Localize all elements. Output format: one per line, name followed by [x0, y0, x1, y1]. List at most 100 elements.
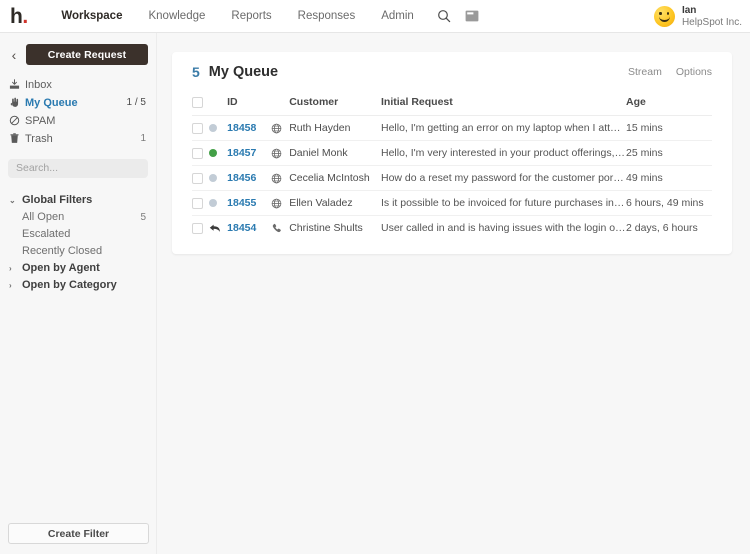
- trash-icon: [9, 133, 25, 144]
- table-row[interactable]: 18458 Ruth Hayden Hello, I'm getting an …: [192, 115, 712, 141]
- filter-group-open-by-category-label: Open by Category: [22, 279, 117, 291]
- initial-request-text: Is it possible to be invoiced for future…: [381, 197, 626, 209]
- table-row[interactable]: 18457 Daniel Monk Hello, I'm very intere…: [192, 140, 712, 166]
- create-filter-wrap: Create Filter: [0, 523, 157, 544]
- table-row[interactable]: 18456 Cecelia McIntosh How do a reset my…: [192, 165, 712, 191]
- user-organization: HelpSpot Inc.: [681, 16, 742, 28]
- logo-text: h: [10, 4, 23, 28]
- filter-item-all-open-count: 5: [140, 211, 146, 223]
- nav-link-knowledge[interactable]: Knowledge: [135, 10, 218, 22]
- request-id-link[interactable]: 18456: [227, 172, 256, 184]
- row-request-cell: User called in and is having issues with…: [381, 216, 626, 241]
- request-id-link[interactable]: 18455: [227, 197, 256, 209]
- create-request-button[interactable]: Create Request: [26, 44, 148, 65]
- top-navigation-bar: h. Workspace Knowledge Reports Responses…: [0, 0, 750, 33]
- column-header-age[interactable]: Age: [626, 92, 712, 116]
- row-checkbox[interactable]: [192, 222, 203, 234]
- column-header-id[interactable]: ID: [227, 92, 271, 116]
- status-header: [209, 92, 228, 116]
- row-customer-cell: Cecelia McIntosh: [289, 165, 381, 191]
- age-text: 25 mins: [626, 147, 663, 159]
- user-text-block: Ian HelpSpot Inc.: [682, 5, 742, 28]
- column-header-request[interactable]: Initial Request: [381, 92, 626, 116]
- row-select-cell: [192, 140, 210, 166]
- channel-header: [270, 92, 290, 116]
- create-filter-button[interactable]: Create Filter: [8, 523, 149, 544]
- age-text: 49 mins: [626, 172, 663, 184]
- filter-group-open-by-category[interactable]: › Open by Category: [0, 277, 156, 294]
- filter-item-recently-closed[interactable]: Recently Closed: [0, 243, 156, 260]
- row-id-cell: 18456: [227, 165, 271, 191]
- initial-request-text: User called in and is having issues with…: [381, 222, 626, 234]
- globe-icon: [271, 123, 290, 134]
- sidebar-collapse-icon[interactable]: ‹: [8, 48, 20, 62]
- filter-group-global-filters-label: Global Filters: [22, 194, 93, 206]
- initial-request-text: Hello, I'm very interested in your produ…: [381, 147, 626, 159]
- table-header-row: ID Customer Initial Request Age: [192, 92, 712, 116]
- row-age-cell: 6 hours, 49 mins: [626, 190, 712, 216]
- customer-name: Ruth Hayden: [289, 122, 351, 134]
- column-header-customer[interactable]: Customer: [289, 92, 381, 116]
- sidebar-item-spam[interactable]: SPAM: [0, 112, 156, 129]
- queue-table: ID Customer Initial Request Age 18458 Ru…: [192, 92, 712, 240]
- search-icon[interactable]: [437, 9, 451, 23]
- stream-link[interactable]: Stream: [628, 66, 662, 78]
- sidebar-item-trash[interactable]: Trash 1: [0, 130, 156, 147]
- row-status-cell: [209, 115, 228, 141]
- sidebar-item-trash-count: 1: [140, 133, 146, 144]
- customer-name: Daniel Monk: [289, 147, 348, 159]
- nav-link-responses[interactable]: Responses: [285, 10, 369, 22]
- sidebar-item-trash-label: Trash: [25, 132, 53, 145]
- options-link[interactable]: Options: [676, 66, 712, 78]
- avatar: [653, 6, 675, 27]
- nav-link-reports[interactable]: Reports: [218, 10, 284, 22]
- chevron-right-icon: ›: [9, 280, 12, 290]
- table-row[interactable]: 18455 Ellen Valadez Is it possible to be…: [192, 190, 712, 216]
- row-checkbox[interactable]: [192, 122, 203, 134]
- nav-link-workspace[interactable]: Workspace: [48, 10, 135, 22]
- filter-group-global-filters[interactable]: ⌄ Global Filters: [0, 192, 156, 209]
- row-checkbox[interactable]: [192, 172, 203, 184]
- filter-item-escalated[interactable]: Escalated: [0, 226, 156, 243]
- row-checkbox[interactable]: [192, 147, 203, 159]
- filter-item-recently-closed-label: Recently Closed: [22, 245, 103, 257]
- queue-hand-icon: [9, 97, 25, 108]
- window-icon[interactable]: [465, 10, 479, 22]
- nav-link-admin[interactable]: Admin: [368, 10, 427, 22]
- filter-item-all-open[interactable]: All Open 5: [0, 209, 156, 226]
- status-dot: [209, 149, 218, 157]
- search-input[interactable]: [8, 158, 148, 178]
- row-id-cell: 18454: [227, 216, 271, 241]
- age-text: 15 mins: [626, 122, 663, 134]
- row-checkbox[interactable]: [192, 197, 203, 209]
- sidebar-item-spam-label: SPAM: [25, 114, 56, 127]
- queue-card: 5 My Queue Stream Options ID Customer In…: [172, 52, 732, 254]
- sidebar-item-my-queue-count: 1 / 5: [126, 97, 146, 108]
- filter-group-open-by-agent[interactable]: › Open by Agent: [0, 260, 156, 277]
- app-logo[interactable]: h.: [10, 6, 30, 27]
- select-all-checkbox[interactable]: [192, 96, 203, 108]
- inbox-icon: [9, 79, 25, 90]
- row-id-cell: 18458: [227, 115, 271, 141]
- customer-name: Cecelia McIntosh: [289, 172, 370, 184]
- user-account-area[interactable]: Ian HelpSpot Inc.: [653, 0, 742, 33]
- queue-card-header: 5 My Queue Stream Options: [192, 52, 712, 92]
- phone-icon: [271, 223, 290, 234]
- row-customer-cell: Ellen Valadez: [289, 190, 381, 216]
- sidebar-item-my-queue[interactable]: My Queue 1 / 5: [0, 94, 156, 111]
- status-dot: [209, 124, 218, 132]
- sidebar-item-inbox[interactable]: Inbox: [0, 76, 156, 93]
- row-status-cell: [209, 140, 228, 166]
- row-select-cell: [192, 115, 210, 141]
- age-text: 2 days, 6 hours: [626, 222, 698, 234]
- request-id-link[interactable]: 18457: [227, 147, 256, 159]
- request-id-link[interactable]: 18458: [227, 122, 256, 134]
- primary-nav-links: Workspace Knowledge Reports Responses Ad…: [48, 10, 427, 22]
- main-content: 5 My Queue Stream Options ID Customer In…: [157, 33, 750, 554]
- request-id-link[interactable]: 18454: [227, 222, 256, 234]
- sidebar-item-my-queue-label: My Queue: [25, 96, 78, 109]
- row-id-cell: 18455: [227, 190, 271, 216]
- row-channel-cell: [270, 165, 290, 191]
- table-row[interactable]: 18454 Christine Shults User called in an…: [192, 216, 712, 241]
- row-status-cell: [209, 190, 228, 216]
